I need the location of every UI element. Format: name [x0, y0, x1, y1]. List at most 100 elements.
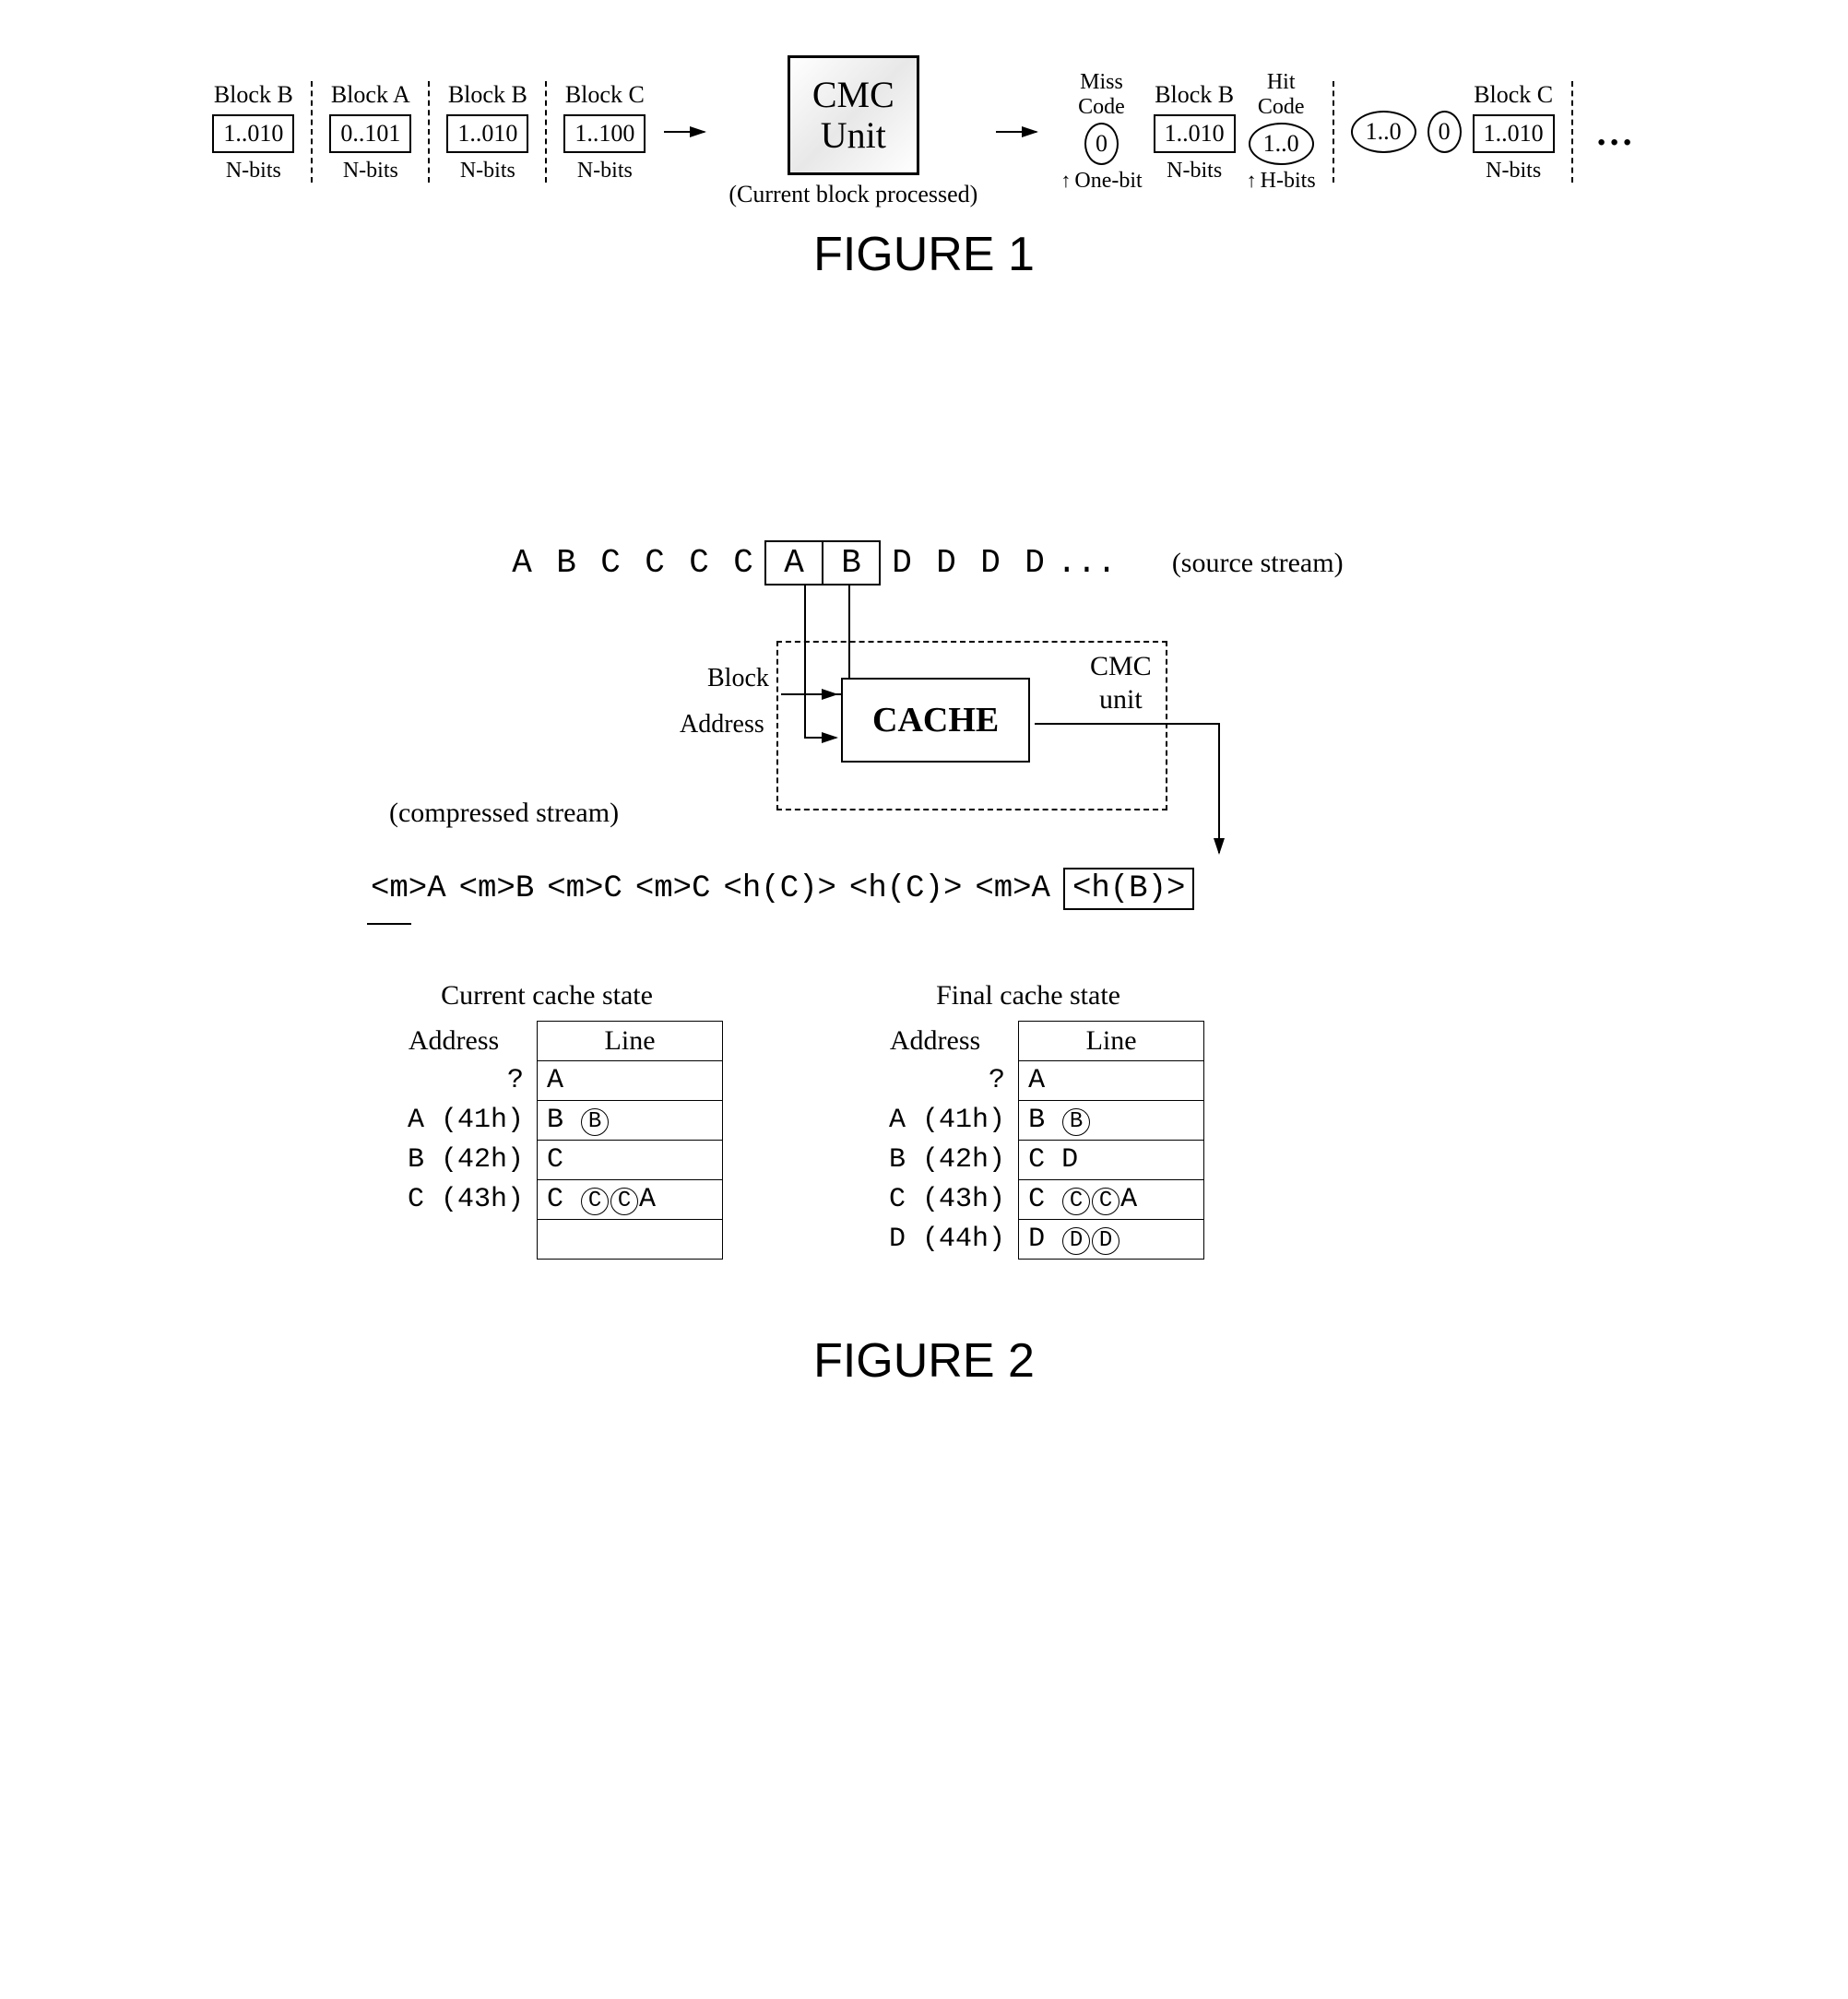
block-sub: N-bits: [460, 159, 515, 183]
addr-cell: A (41h): [852, 1101, 1019, 1141]
line-cell: A: [538, 1061, 723, 1101]
comp-token: <m>C: [635, 871, 711, 906]
code-oval: 1..0: [1351, 111, 1416, 153]
cache-table: AddressLine ?A A (41h)B BB (42h)C C (43h…: [371, 1021, 723, 1260]
current-cache-table: Current cache state AddressLine ?A A (41…: [371, 980, 723, 1260]
line-cell: C CCA: [1019, 1180, 1204, 1220]
circled-char: C: [581, 1188, 609, 1215]
comp-token: <h(C)>: [849, 871, 962, 906]
stream-char: D: [968, 544, 1013, 582]
hit-code: HitCode 1..0 ↑H-bits: [1247, 70, 1316, 194]
line-cell: A: [1019, 1061, 1204, 1101]
addr-cell: ?: [371, 1061, 538, 1101]
circled-char: C: [1092, 1188, 1119, 1215]
divider: [311, 81, 313, 183]
block-bits: 1..100: [563, 114, 646, 153]
circled-char: C: [610, 1188, 638, 1215]
output-block: Block B 1..010 N-bits: [1154, 81, 1236, 183]
source-stream-row: A B C C C C A B D D D D ... (source stre…: [500, 540, 1344, 586]
line-char: A: [1120, 1184, 1137, 1215]
arrow-right-icon: [664, 86, 710, 178]
block-label: Block A: [331, 81, 410, 109]
addr-cell: ?: [852, 1061, 1019, 1101]
addr-cell: C (43h): [371, 1180, 538, 1220]
line-cell: [538, 1220, 723, 1260]
line-char: B: [547, 1105, 580, 1136]
line-char: D: [1028, 1224, 1061, 1255]
addr-header: Address: [852, 1022, 1019, 1061]
stream-char: C: [677, 544, 721, 582]
addr-cell: C (43h): [852, 1180, 1019, 1220]
stream-char: C: [721, 544, 765, 582]
block-label: Block C: [565, 81, 645, 109]
cmc-unit-label: CMCunit: [1090, 650, 1152, 716]
miss-oval: 0: [1084, 123, 1119, 165]
comp-token-current: <h(B)>: [1063, 868, 1194, 910]
stream-char: A: [500, 544, 544, 582]
stream-ellipsis: ...: [1057, 544, 1117, 582]
compressed-stream-row: <m>A <m>B <m>C <m>C <h(C)> <h(C)> <m>A <…: [371, 868, 1194, 910]
block-label: Block C: [1474, 81, 1553, 109]
figure2-title: FIGURE 2: [813, 1333, 1035, 1389]
block-bits: 1..010: [446, 114, 528, 153]
figure-1: Block B 1..010 N-bits Block A 0..101 N-b…: [92, 55, 1756, 282]
input-block: Block C 1..100 N-bits: [563, 81, 646, 183]
block-bits: 1..010: [212, 114, 294, 153]
block-bits: 0..101: [329, 114, 411, 153]
miss-sub: ↑One-bit: [1060, 169, 1142, 194]
hit-oval: 1..0: [1249, 123, 1314, 165]
block-arrow-label: Block: [707, 664, 769, 693]
line-char: C: [1028, 1184, 1061, 1215]
comp-token: <m>C: [547, 871, 622, 906]
stream-char: D: [924, 544, 968, 582]
line-cell: C CCA: [538, 1180, 723, 1220]
line-char: B: [1028, 1105, 1061, 1136]
input-block: Block A 0..101 N-bits: [329, 81, 411, 183]
stream-char: C: [633, 544, 677, 582]
address-arrow-label: Address: [680, 710, 764, 739]
stream-char-current-block: B: [822, 540, 881, 586]
addr-cell: A (41h): [371, 1101, 538, 1141]
line-char: C: [547, 1184, 580, 1215]
cmc-line1: CMC: [812, 75, 894, 115]
comp-token: <h(C)>: [724, 871, 836, 906]
table-title: Final cache state: [936, 980, 1120, 1011]
stream-char: D: [880, 544, 924, 582]
circled-char: B: [1062, 1108, 1090, 1136]
block-sub: N-bits: [577, 159, 633, 183]
figure1-title: FIGURE 1: [813, 227, 1035, 282]
circled-char: B: [581, 1108, 609, 1136]
comp-token: <m>A: [371, 871, 446, 906]
line-header: Line: [538, 1022, 723, 1061]
block-label: Block B: [448, 81, 527, 109]
stream-char: D: [1013, 544, 1057, 582]
divider: [428, 81, 430, 183]
comp-token: <m>A: [975, 871, 1050, 906]
line-cell: C D: [1019, 1141, 1204, 1180]
block-label: Block B: [1155, 81, 1234, 109]
addr-cell: B (42h): [371, 1141, 538, 1180]
cmc-box: CMC Unit: [788, 55, 919, 175]
line-char: A: [639, 1184, 656, 1215]
line-cell: D DD: [1019, 1220, 1204, 1260]
cache-table: AddressLine ?A A (41h)B BB (42h)C D C (4…: [852, 1021, 1204, 1260]
block-sub: N-bits: [1486, 159, 1541, 183]
ellipsis: ...: [1590, 111, 1636, 154]
hit-title: HitCode: [1258, 70, 1305, 119]
figure2-content: A B C C C C A B D D D D ... (source stre…: [371, 540, 1477, 1260]
input-block: Block B 1..010 N-bits: [212, 81, 294, 183]
arrow-right-icon: [996, 86, 1042, 178]
comp-token: <m>B: [459, 871, 535, 906]
line-char: C: [547, 1144, 563, 1176]
block-sub: N-bits: [1167, 159, 1222, 183]
addr-cell: [371, 1220, 538, 1260]
circled-char: C: [1062, 1188, 1090, 1215]
addr-cell: B (42h): [852, 1141, 1019, 1180]
cmc-unit: CMC Unit (Current block processed): [729, 55, 977, 208]
divider: [1571, 81, 1573, 183]
table-title: Current cache state: [441, 980, 653, 1011]
addr-cell: D (44h): [852, 1220, 1019, 1260]
final-cache-table: Final cache state AddressLine ?A A (41h)…: [852, 980, 1204, 1260]
addr-header: Address: [371, 1022, 538, 1061]
line-char: C: [1028, 1144, 1061, 1176]
